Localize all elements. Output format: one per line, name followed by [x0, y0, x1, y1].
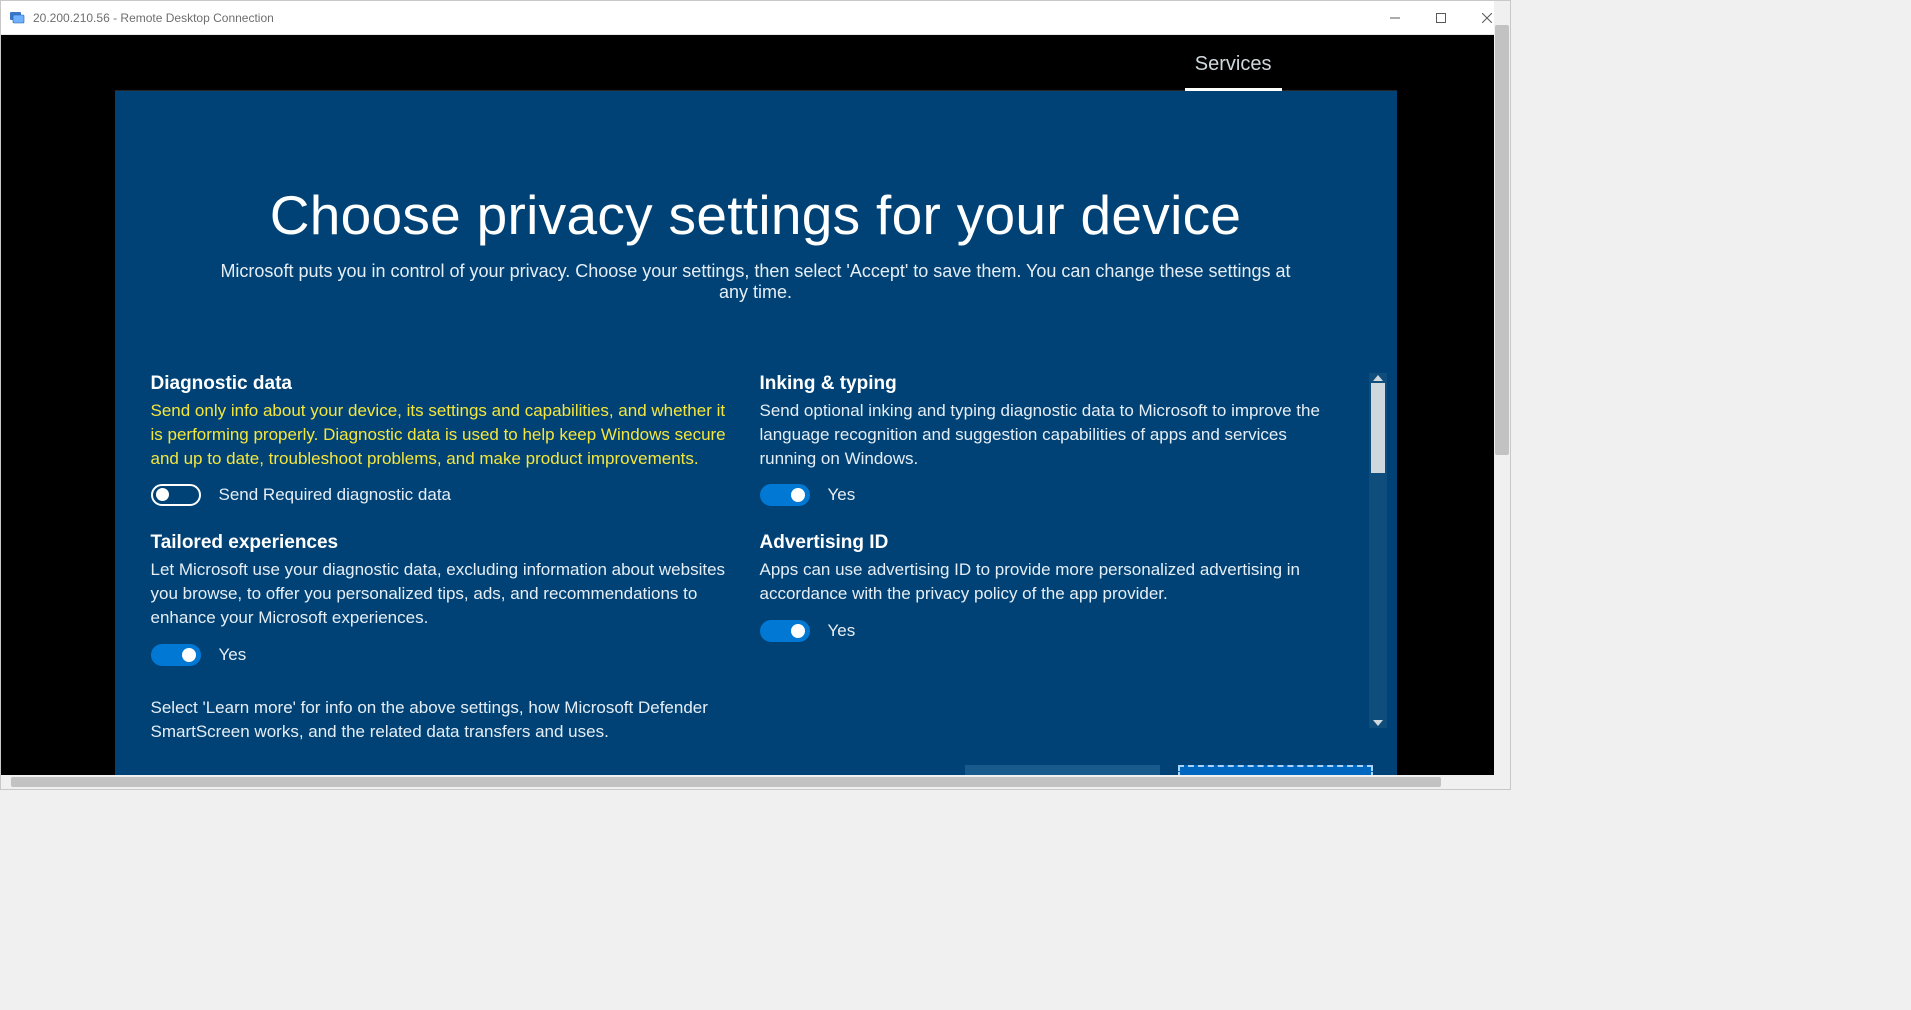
- diagnostic-toggle[interactable]: [151, 484, 201, 506]
- outer-hscrollbar[interactable]: [1, 775, 1494, 789]
- settings-area: Diagnostic data Send only info about you…: [115, 373, 1397, 745]
- titlebar: 20.200.210.56 - Remote Desktop Connectio…: [1, 1, 1510, 35]
- tailored-desc: Let Microsoft use your diagnostic data, …: [151, 558, 730, 629]
- setting-diagnostic: Diagnostic data Send only info about you…: [151, 373, 730, 506]
- inking-toggle-label: Yes: [828, 485, 856, 505]
- diagnostic-title: Diagnostic data: [151, 373, 730, 395]
- advertising-title: Advertising ID: [760, 532, 1339, 554]
- settings-scrollbar[interactable]: [1369, 373, 1387, 728]
- scroll-up-icon[interactable]: [1373, 375, 1383, 381]
- outer-hscroll-thumb[interactable]: [11, 777, 1441, 787]
- window-title: 20.200.210.56 - Remote Desktop Connectio…: [33, 11, 274, 25]
- diagnostic-desc: Send only info about your device, its se…: [151, 399, 730, 470]
- page-subtitle: Microsoft puts you in control of your pr…: [206, 261, 1306, 303]
- tabbar: Services: [115, 35, 1397, 91]
- outer-vscroll-thumb[interactable]: [1495, 25, 1509, 455]
- inking-desc: Send optional inking and typing diagnost…: [760, 399, 1339, 470]
- inking-toggle[interactable]: [760, 484, 810, 506]
- diagnostic-toggle-label: Send Required diagnostic data: [219, 485, 452, 505]
- tailored-toggle[interactable]: [151, 644, 201, 666]
- heading: Choose privacy settings for your device …: [115, 183, 1397, 303]
- footer-note: Select 'Learn more' for info on the abov…: [151, 696, 730, 745]
- advertising-desc: Apps can use advertising ID to provide m…: [760, 558, 1339, 606]
- minimize-button[interactable]: [1372, 1, 1418, 35]
- advertising-toggle[interactable]: [760, 620, 810, 642]
- tailored-toggle-label: Yes: [219, 645, 247, 665]
- setting-inking: Inking & typing Send optional inking and…: [760, 373, 1339, 506]
- scroll-thumb[interactable]: [1371, 383, 1385, 473]
- maximize-button[interactable]: [1418, 1, 1464, 35]
- setting-tailored: Tailored experiences Let Microsoft use y…: [151, 532, 730, 665]
- tab-services[interactable]: Services: [1185, 39, 1282, 91]
- advertising-toggle-label: Yes: [828, 621, 856, 641]
- oobe-panel: Services Choose privacy settings for you…: [115, 35, 1397, 789]
- inking-title: Inking & typing: [760, 373, 1339, 395]
- window-controls: [1372, 1, 1510, 35]
- scroll-down-icon[interactable]: [1373, 720, 1383, 726]
- setting-advertising: Advertising ID Apps can use advertising …: [760, 532, 1339, 665]
- outer-vscrollbar[interactable]: [1494, 1, 1510, 789]
- remote-screen: Services Choose privacy settings for you…: [1, 35, 1510, 789]
- rdc-window: 20.200.210.56 - Remote Desktop Connectio…: [0, 0, 1511, 790]
- settings-grid: Diagnostic data Send only info about you…: [151, 373, 1369, 745]
- page-title: Choose privacy settings for your device: [115, 183, 1397, 247]
- tailored-title: Tailored experiences: [151, 532, 730, 554]
- rdc-icon: [9, 10, 25, 26]
